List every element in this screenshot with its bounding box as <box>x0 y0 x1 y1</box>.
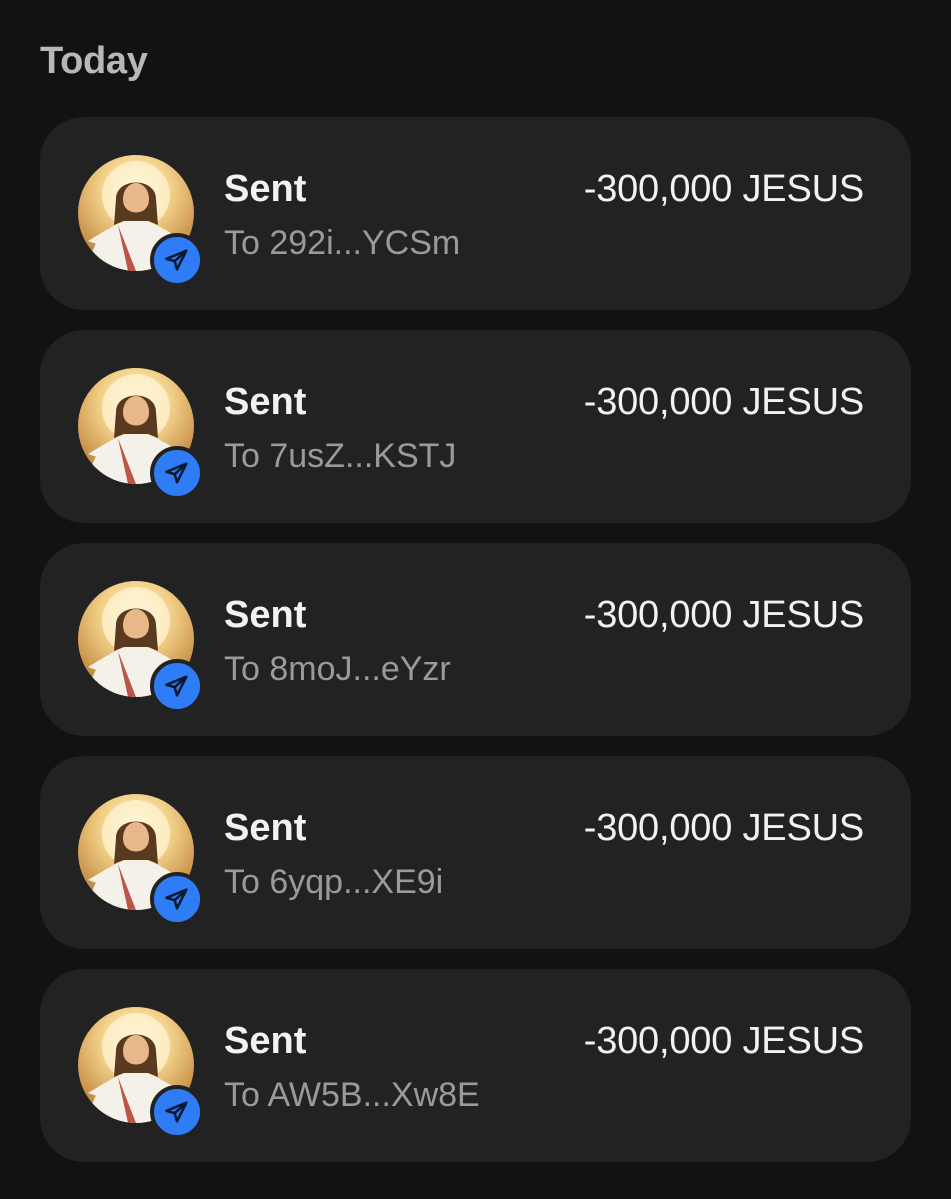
transaction-recipient: To AW5B...Xw8E <box>224 1076 480 1114</box>
send-icon <box>150 659 204 713</box>
send-icon <box>150 233 204 287</box>
transaction-label: Sent <box>224 381 307 423</box>
transaction-row[interactable]: Sent To 8moJ...eYzr -300,000 JESUS <box>40 543 911 736</box>
transaction-amount: -300,000 JESUS <box>583 381 864 423</box>
transaction-recipient: To 292i...YCSm <box>224 224 461 262</box>
transaction-list: Sent To 292i...YCSm -300,000 JESUS Sent … <box>40 117 911 1182</box>
section-header-today: Today <box>40 40 148 82</box>
transaction-amount: -300,000 JESUS <box>583 168 864 210</box>
transaction-recipient: To 6yqp...XE9i <box>224 863 444 901</box>
send-icon <box>150 446 204 500</box>
transaction-row[interactable]: Sent To 292i...YCSm -300,000 JESUS <box>40 117 911 310</box>
send-icon <box>150 872 204 926</box>
transaction-label: Sent <box>224 168 307 210</box>
transaction-row[interactable]: Sent To 6yqp...XE9i -300,000 JESUS <box>40 756 911 949</box>
transaction-amount: -300,000 JESUS <box>583 807 864 849</box>
transaction-label: Sent <box>224 1020 307 1062</box>
transaction-recipient: To 8moJ...eYzr <box>224 650 451 688</box>
send-icon <box>150 1085 204 1139</box>
transaction-row[interactable]: Sent To AW5B...Xw8E -300,000 JESUS <box>40 969 911 1162</box>
transaction-recipient: To 7usZ...KSTJ <box>224 437 457 475</box>
transaction-amount: -300,000 JESUS <box>583 1020 864 1062</box>
transaction-amount: -300,000 JESUS <box>583 594 864 636</box>
transaction-label: Sent <box>224 594 307 636</box>
transaction-row[interactable]: Sent To 7usZ...KSTJ -300,000 JESUS <box>40 330 911 523</box>
transaction-label: Sent <box>224 807 307 849</box>
